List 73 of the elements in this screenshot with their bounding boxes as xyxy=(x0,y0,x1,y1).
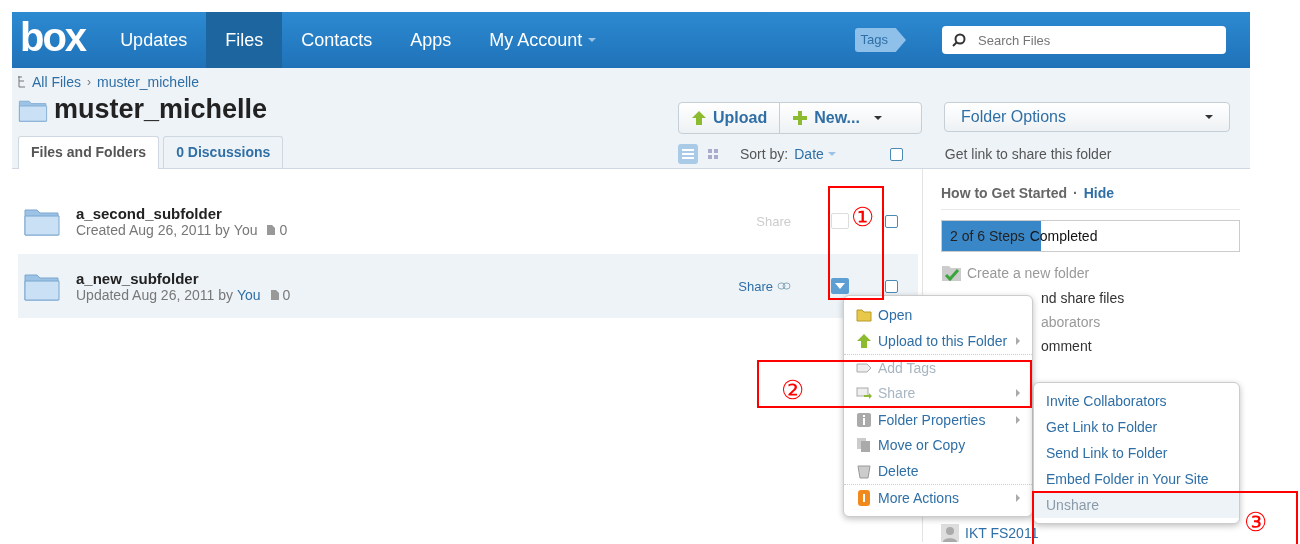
select-all-checkbox[interactable] xyxy=(889,147,903,161)
annotation-number: ③ xyxy=(1244,509,1267,535)
row-checkbox[interactable] xyxy=(885,214,898,228)
tags-button[interactable]: Tags xyxy=(854,28,906,52)
grid-view-icon[interactable] xyxy=(708,149,718,159)
folder-name[interactable]: a_new_subfolder xyxy=(76,269,723,287)
sort-label: Sort by: xyxy=(740,146,789,162)
folder-date: Updated Aug 26, 2011 by xyxy=(76,286,233,303)
nav-tab[interactable]: My Account xyxy=(470,12,616,68)
folder-icon xyxy=(24,271,60,301)
search-field[interactable]: Search Files xyxy=(942,26,1226,54)
number-badge-icon xyxy=(856,489,872,506)
hide-link[interactable]: Hide xyxy=(1083,185,1115,201)
breadcrumb-link[interactable]: All Files xyxy=(32,74,81,90)
folder-name[interactable]: a_second_subfolder xyxy=(76,204,741,222)
tab[interactable]: 0 Discussions xyxy=(163,136,284,168)
envelope-arrow-icon xyxy=(856,385,872,401)
folder-date: Created Aug 26, 2011 by xyxy=(76,221,230,238)
dot-separator: · xyxy=(1073,185,1078,201)
menu-item[interactable]: Folder Properties xyxy=(844,406,1032,432)
sidebar-title: How to Get Started xyxy=(941,185,1067,201)
nav-tab[interactable]: Updates xyxy=(101,12,207,68)
folder-options-dropdown[interactable]: Folder Options xyxy=(944,102,1230,132)
new-button[interactable]: New... xyxy=(779,103,894,133)
trash-icon xyxy=(856,463,872,479)
step-link[interactable]: Create a new folder xyxy=(967,265,1090,281)
tree-icon xyxy=(18,76,26,88)
file-icon xyxy=(267,224,276,235)
folder-icon xyxy=(24,206,60,236)
file-icon xyxy=(270,289,279,300)
caret-icon xyxy=(835,283,845,289)
progress-steps: 2 of 6 Steps xyxy=(942,228,1025,244)
breadcrumb-separator: › xyxy=(87,75,91,89)
share-link[interactable]: Share xyxy=(738,278,791,294)
author-name[interactable]: You xyxy=(237,286,261,303)
step-link[interactable]: nd share files xyxy=(1041,290,1125,306)
get-link-text[interactable]: Get link to share this folder xyxy=(944,146,1112,162)
folder-title: muster_michelle xyxy=(54,94,268,125)
menu-item[interactable]: Upload to this Folder xyxy=(844,328,1032,354)
search-icon xyxy=(952,33,966,47)
breadcrumb-link[interactable]: muster_michelle xyxy=(97,74,199,90)
upload-button[interactable]: Upload xyxy=(679,103,780,133)
folder-icon xyxy=(856,307,872,323)
row-checkbox[interactable] xyxy=(885,279,898,293)
submenu-item[interactable]: Send Link to Folder xyxy=(1034,440,1239,466)
tab[interactable]: Files and Folders xyxy=(18,136,160,169)
nav-tab[interactable]: Files xyxy=(206,12,283,68)
sort-dropdown[interactable]: Date xyxy=(794,146,836,162)
nav-tab[interactable]: Contacts xyxy=(282,12,392,68)
menu-item[interactable]: Move or Copy xyxy=(844,432,1032,458)
submenu-item[interactable]: Get Link to Folder xyxy=(1034,414,1239,440)
copy-icon xyxy=(856,437,872,453)
user-avatar-icon xyxy=(941,524,959,542)
file-count: 0 xyxy=(279,221,288,238)
box-logo[interactable]: box xyxy=(12,12,102,68)
author-name: You xyxy=(233,221,258,238)
nav-tab[interactable]: Apps xyxy=(391,12,471,68)
menu-item[interactable]: Delete xyxy=(844,458,1032,484)
submenu-item[interactable]: Embed Folder in Your Site xyxy=(1034,466,1239,492)
link-icon xyxy=(777,282,791,290)
actions-dropdown-button[interactable] xyxy=(831,278,849,294)
annotation-number: ② xyxy=(781,377,804,403)
plus-icon xyxy=(792,110,809,126)
menu-item[interactable]: More Actions xyxy=(844,484,1032,510)
submenu-item[interactable]: Invite Collaborators xyxy=(1034,388,1239,414)
arrow-up-icon xyxy=(856,333,872,349)
annotation-number: ① xyxy=(851,204,874,230)
step-link[interactable]: omment xyxy=(1041,338,1092,354)
file-count: 0 xyxy=(282,286,291,303)
list-view-icon[interactable] xyxy=(678,144,698,164)
step-link[interactable]: aborators xyxy=(1041,314,1101,330)
info-icon xyxy=(856,411,872,428)
arrow-up-icon xyxy=(691,110,707,126)
